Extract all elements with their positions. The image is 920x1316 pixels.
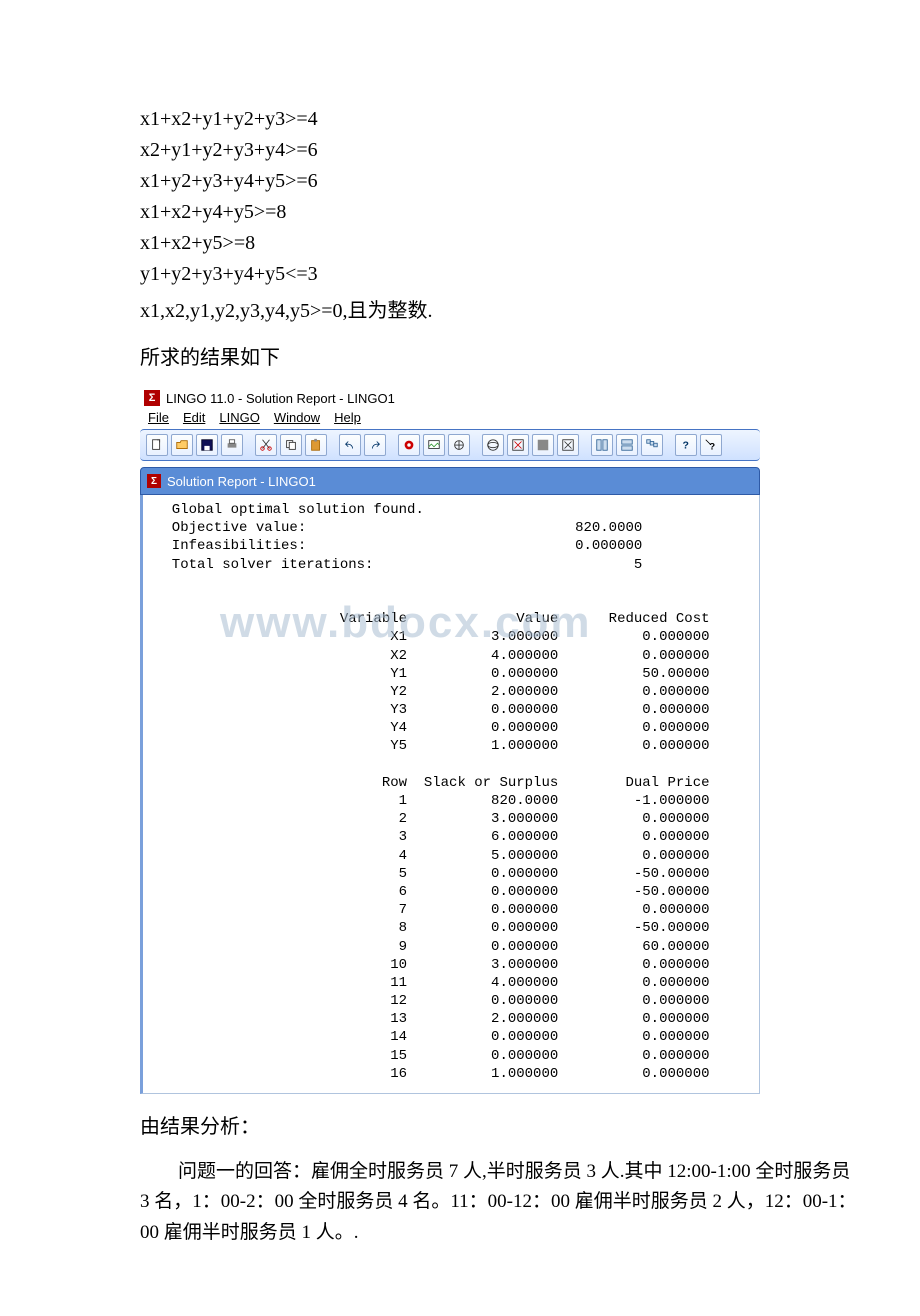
- constraint-line: x1,x2,y1,y2,y3,y4,y5>=0,且为整数.: [140, 294, 860, 323]
- solve-icon[interactable]: [398, 434, 420, 456]
- app-icon: Σ: [144, 390, 160, 406]
- menu-window[interactable]: Window: [274, 410, 320, 425]
- solution-report: Global optimal solution found. Objective…: [140, 495, 760, 1094]
- tile-v-icon[interactable]: [616, 434, 638, 456]
- constraint-line: y1+y2+y3+y4+y5<=3: [140, 263, 860, 286]
- tab-icon: Σ: [147, 474, 161, 488]
- context-help-icon[interactable]: ?: [700, 434, 722, 456]
- app-title: LINGO 11.0 - Solution Report - LINGO1: [166, 391, 395, 406]
- options-icon[interactable]: [448, 434, 470, 456]
- menu-help[interactable]: Help: [334, 410, 361, 425]
- new-icon[interactable]: [146, 434, 168, 456]
- cascade-icon[interactable]: [641, 434, 663, 456]
- open-icon[interactable]: [171, 434, 193, 456]
- svg-text:?: ?: [709, 441, 715, 452]
- menu-edit[interactable]: Edit: [183, 410, 205, 425]
- menubar: File Edit LINGO Window Help: [140, 408, 760, 427]
- app-titlebar: Σ LINGO 11.0 - Solution Report - LINGO1: [140, 388, 760, 408]
- help-icon[interactable]: ?: [675, 434, 697, 456]
- constraint-line: x1+x2+y5>=8: [140, 232, 860, 255]
- copy-icon[interactable]: [280, 434, 302, 456]
- analysis-heading: 由结果分析：: [140, 1110, 860, 1139]
- constraint-line: x1+x2+y4+y5>=8: [140, 201, 860, 224]
- tab-title: Solution Report - LINGO1: [167, 474, 316, 489]
- constraint-line: x1+x2+y1+y2+y3>=4: [140, 108, 860, 131]
- picture-icon[interactable]: [423, 434, 445, 456]
- menu-file[interactable]: File: [148, 410, 169, 425]
- result-heading: 所求的结果如下: [140, 341, 860, 370]
- tile-h-icon[interactable]: [591, 434, 613, 456]
- undo-icon[interactable]: [339, 434, 361, 456]
- svg-text:?: ?: [683, 440, 689, 452]
- save-icon[interactable]: [196, 434, 218, 456]
- constraint-line: x2+y1+y2+y3+y4>=6: [140, 139, 860, 162]
- close-icon[interactable]: [557, 434, 579, 456]
- paste-icon[interactable]: [305, 434, 327, 456]
- menu-lingo[interactable]: LINGO: [219, 410, 259, 425]
- x-window-icon[interactable]: [507, 434, 529, 456]
- print-icon[interactable]: [221, 434, 243, 456]
- matrix-icon[interactable]: [482, 434, 504, 456]
- toolbar: ? ?: [140, 429, 760, 461]
- constraint-line: x1+y2+y3+y4+y5>=6: [140, 170, 860, 193]
- lingo-window: Σ LINGO 11.0 - Solution Report - LINGO1 …: [140, 388, 760, 1094]
- blank-icon[interactable]: [532, 434, 554, 456]
- tab-header[interactable]: Σ Solution Report - LINGO1: [140, 467, 760, 495]
- redo-icon[interactable]: [364, 434, 386, 456]
- cut-icon[interactable]: [255, 434, 277, 456]
- analysis-paragraph: 问题一的回答：雇佣全时服务员 7 人,半时服务员 3 人.其中 12:00-1:…: [140, 1157, 860, 1248]
